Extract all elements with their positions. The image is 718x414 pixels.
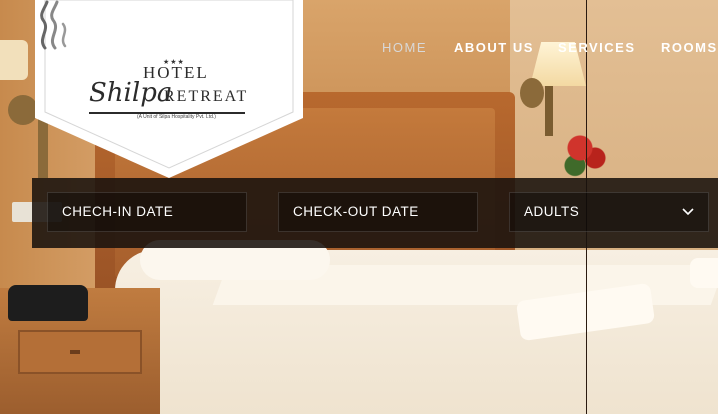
wall-lamp-left-base	[8, 95, 38, 125]
nav-item-services[interactable]: SERVICES	[558, 40, 636, 55]
drawer-knob	[70, 350, 80, 354]
checkout-date-field[interactable]: CHECK-OUT DATE	[278, 192, 478, 232]
logo-name-caps: RETREAT	[164, 88, 249, 105]
wall-lamp-right-post	[545, 86, 553, 136]
nightstand-drawer	[18, 330, 142, 374]
nav-item-rooms[interactable]: ROOMS	[661, 40, 718, 55]
booking-bar: CHECH-IN DATE CHECK-OUT DATE ADULTS	[32, 178, 718, 248]
wall-lamp-left	[0, 40, 28, 80]
hero-banner: ★★★ HOTEL Shilpa RETREAT (A Unit of Silp…	[0, 0, 718, 414]
nav-item-home[interactable]: HOME	[382, 40, 427, 55]
adults-select[interactable]: ADULTS	[509, 192, 709, 232]
steam-flame-icon	[40, 0, 67, 50]
hotel-logo[interactable]: ★★★ HOTEL Shilpa RETREAT (A Unit of Silp…	[35, 0, 303, 178]
wall-lamp-right-base	[520, 78, 544, 108]
logo-name-script: Shilpa	[89, 78, 173, 108]
telephone	[8, 285, 88, 321]
checkin-date-label: CHECH-IN DATE	[62, 204, 174, 219]
adults-label: ADULTS	[524, 204, 580, 219]
logo-tagline: (A Unit of Silpa Hospitality Pvt. Ltd.)	[137, 114, 216, 120]
folded-towel-right	[690, 258, 718, 288]
chevron-down-icon	[682, 208, 694, 216]
checkout-date-label: CHECK-OUT DATE	[293, 204, 419, 219]
checkin-date-field[interactable]: CHECH-IN DATE	[47, 192, 247, 232]
flower-vase	[560, 128, 610, 178]
nav-item-about-us[interactable]: ABOUT US	[454, 40, 534, 55]
